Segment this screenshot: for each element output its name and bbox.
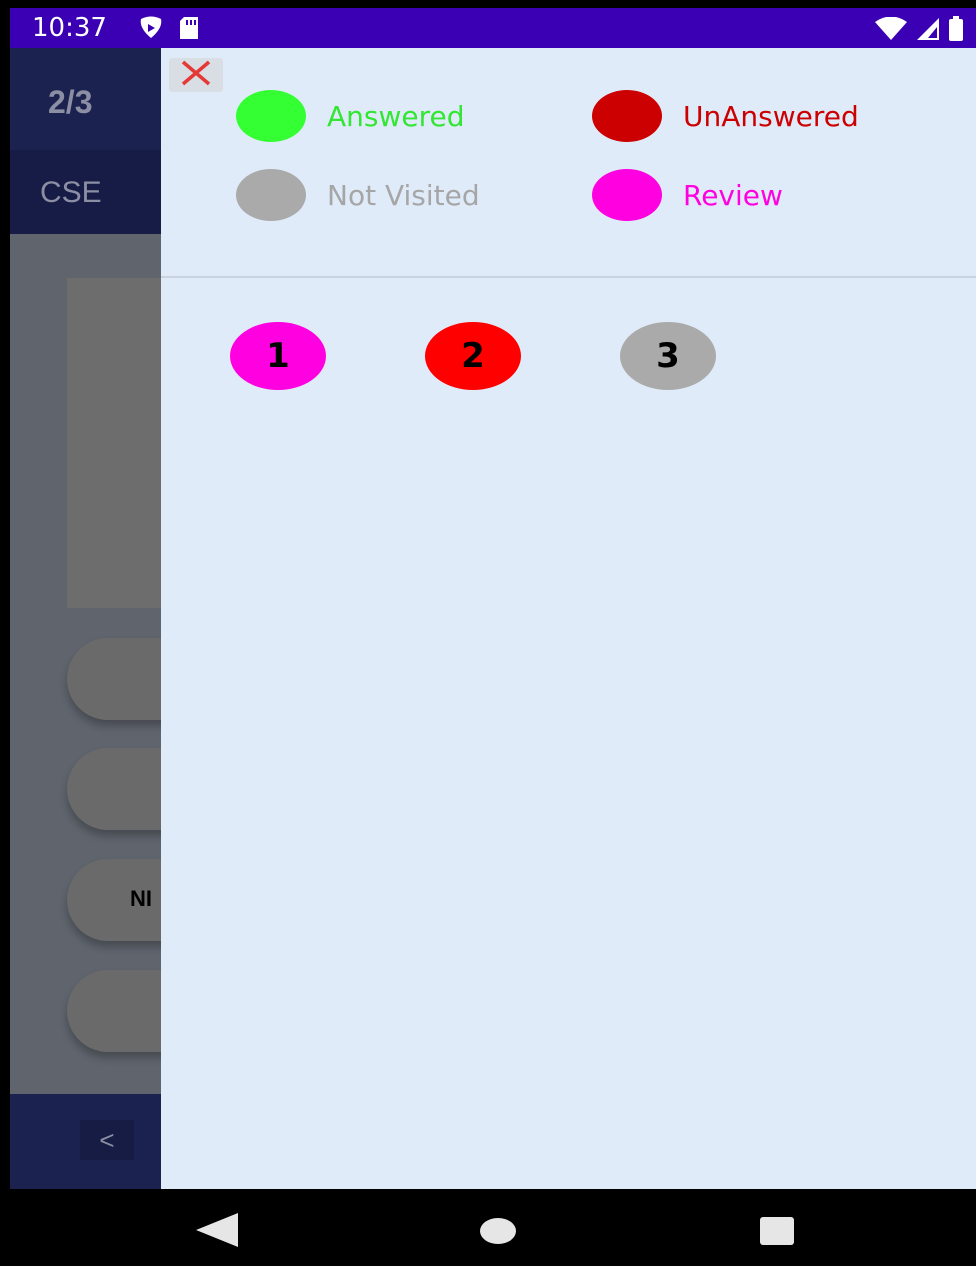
play-protect-icon bbox=[138, 16, 164, 45]
not-visited-dot bbox=[236, 169, 306, 221]
navigation-bar bbox=[10, 1189, 976, 1266]
battery-icon bbox=[948, 16, 964, 47]
question-palette-drawer: Answered UnAnswered Not Visited Review 1… bbox=[161, 48, 976, 1189]
legend-unanswered-label: UnAnswered bbox=[683, 100, 859, 133]
close-icon bbox=[179, 60, 213, 91]
option-label: NI bbox=[130, 886, 152, 911]
legend-not-visited-label: Not Visited bbox=[327, 179, 480, 212]
legend-review-label: Review bbox=[683, 179, 783, 212]
back-icon[interactable] bbox=[196, 1213, 240, 1252]
answered-dot bbox=[236, 90, 306, 142]
question-button-2[interactable]: 2 bbox=[425, 322, 521, 390]
legend-answered-label: Answered bbox=[327, 100, 465, 133]
close-button[interactable] bbox=[169, 58, 223, 92]
subject-label: CSE bbox=[40, 176, 102, 209]
question-counter: 2/3 bbox=[48, 84, 93, 120]
question-button-3[interactable]: 3 bbox=[620, 322, 716, 390]
signal-icon bbox=[916, 17, 940, 46]
status-time: 10:37 bbox=[32, 13, 107, 43]
sd-card-icon bbox=[178, 16, 200, 45]
question-button-1[interactable]: 1 bbox=[230, 322, 326, 390]
review-dot bbox=[592, 169, 662, 221]
recent-apps-icon[interactable] bbox=[760, 1217, 794, 1245]
previous-button[interactable]: < bbox=[80, 1120, 134, 1160]
status-bar: 10:37 bbox=[10, 8, 976, 48]
divider bbox=[161, 276, 976, 278]
unanswered-dot bbox=[592, 90, 662, 142]
wifi-icon bbox=[874, 16, 908, 46]
home-icon[interactable] bbox=[480, 1218, 516, 1244]
